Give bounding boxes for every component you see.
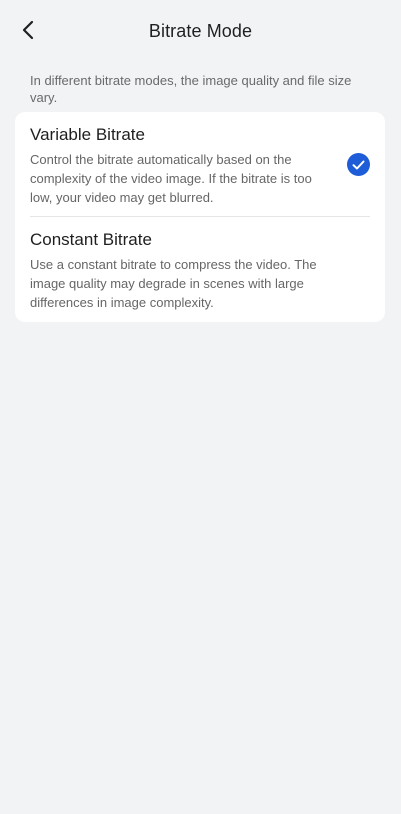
option-variable-bitrate[interactable]: Variable Bitrate Control the bitrate aut… — [30, 112, 370, 216]
page-description: In different bitrate modes, the image qu… — [30, 73, 352, 105]
option-constant-bitrate[interactable]: Constant Bitrate Use a constant bitrate … — [30, 217, 370, 322]
bitrate-options-card: Variable Bitrate Control the bitrate aut… — [15, 112, 385, 322]
option-description: Control the bitrate automatically based … — [30, 152, 312, 205]
checkmark-circle-icon — [347, 153, 370, 176]
page-title: Bitrate Mode — [148, 21, 253, 41]
option-title: Constant Bitrate — [30, 230, 152, 249]
option-description: Use a constant bitrate to compress the v… — [30, 257, 317, 310]
header: Bitrate Mode — [0, 0, 401, 64]
option-title: Variable Bitrate — [30, 125, 145, 144]
